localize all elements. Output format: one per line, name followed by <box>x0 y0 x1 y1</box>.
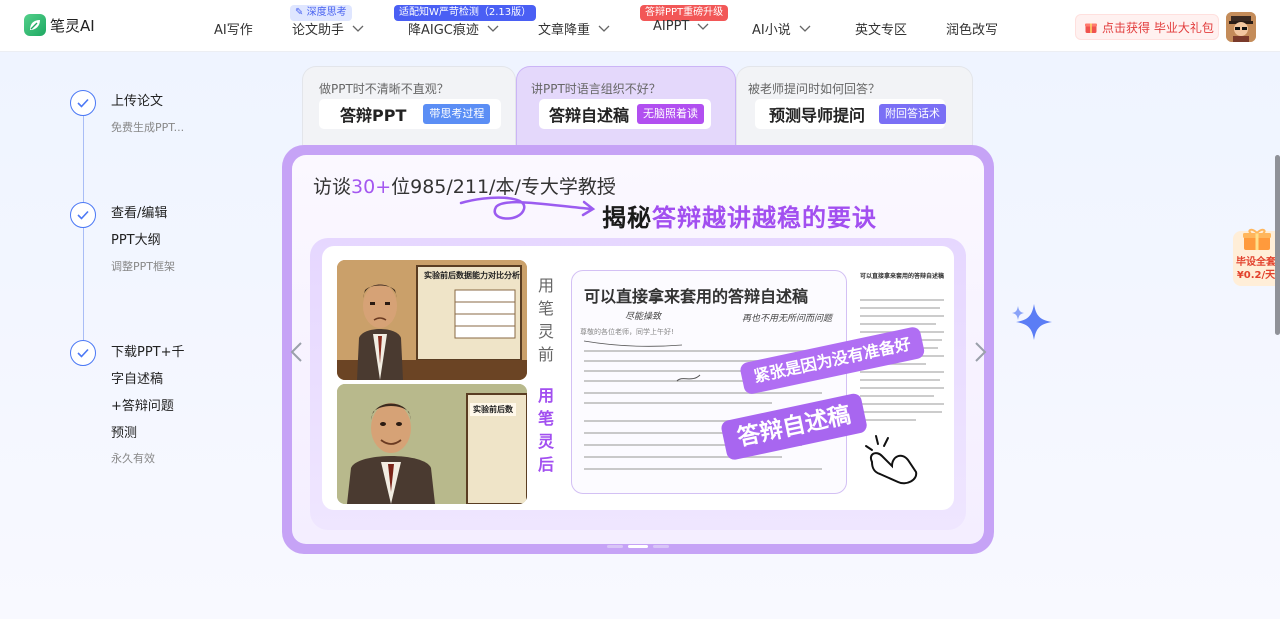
after-label-text: 用笔灵后 <box>537 386 554 474</box>
promo-label: 点击获得 毕业大礼包 <box>1102 20 1214 35</box>
carousel-prev-arrow-icon[interactable] <box>287 340 307 364</box>
step-1-sub: 免费生成PPT... <box>111 121 185 134</box>
nav-english-zone[interactable]: 英文专区 <box>855 19 907 38</box>
banner-headline: 揭秘答辩越讲越稳的要诀 <box>602 198 877 233</box>
tab-pill: 答辩自述稿 无脑照着读 <box>539 99 711 129</box>
nav-reduce-aigc[interactable]: 降AIGC痕迹 <box>408 19 499 38</box>
confident-man-icon <box>337 384 527 504</box>
sparkle-icon <box>1012 304 1052 340</box>
tab-title: 答辩PPT <box>340 106 407 125</box>
step-connector <box>83 228 84 340</box>
nav-reduce-duplicate[interactable]: 文章降重 <box>538 19 610 38</box>
step-1-title: 上传论文 <box>111 94 164 109</box>
user-avatar[interactable] <box>1226 12 1256 42</box>
tab-defense-ppt[interactable]: 做PPT时不清晰不直观？ 答辩PPT 带思考过程 <box>302 66 516 148</box>
finger-snap-hand-icon <box>865 435 918 485</box>
handwritten-note-1: 尽能操致 <box>625 312 662 322</box>
edit-icon: ✎ <box>295 7 304 18</box>
tab-tag: 无脑照着读 <box>637 104 705 124</box>
top-nav-bar: 笔灵AI AI写作 ✎ 深度思考 论文助手 适配知W严苛检测（2.13版） 降A… <box>0 0 1280 52</box>
nav-ai-writing[interactable]: AI写作 <box>214 19 253 38</box>
nav-label: 英文专区 <box>855 23 908 38</box>
avatar-face-icon <box>1226 12 1256 42</box>
step-2-title-line-2: PPT大纲 <box>111 233 161 248</box>
nav-polish[interactable]: 润色改写 <box>946 19 998 38</box>
tab-title: 预测导师提问 <box>769 106 866 125</box>
nav-label: 润色改写 <box>946 23 999 38</box>
nav-label: 论文助手 <box>292 23 345 38</box>
side-gift-line-2: ¥0.2/天 <box>1236 270 1276 281</box>
chevron-down-icon <box>352 25 364 32</box>
badge-label: 答辩PPT重磅升级 <box>645 7 724 18</box>
tab-question: 被老师提问时如何回答？ <box>748 82 881 96</box>
before-label-text: 用笔灵前 <box>537 276 554 364</box>
tab-predict-questions[interactable]: 被老师提问时如何回答？ 预测导师提问 附回答话术 <box>736 66 973 148</box>
after-label: 用笔灵后 <box>537 384 555 476</box>
after-board-label: 实验前后数 <box>470 403 516 416</box>
step-3-title-line-2: 字自述稿 <box>111 372 164 387</box>
nav-label: 降AIGC痕迹 <box>408 23 479 38</box>
document-greeting: 尊敬的各位老师，同学上午好! <box>580 328 674 336</box>
carousel-next-arrow-icon[interactable] <box>970 340 990 364</box>
gift-box-icon <box>1243 228 1271 250</box>
step-3-title-line-4: 预测 <box>111 426 138 441</box>
step-1-check-icon <box>70 90 96 116</box>
step-3-title-line-3: +答辩问题 <box>111 399 174 414</box>
carousel-dot[interactable] <box>653 545 669 548</box>
step-2-title-line-1: 查看/编辑 <box>111 206 168 221</box>
page-scrollbar[interactable] <box>1275 155 1280 335</box>
side-gift-text: 毕设全套 ¥0.2/天 <box>1235 256 1277 282</box>
logo-text: 笔灵AI <box>50 16 95 35</box>
nav-label: AIPPT <box>653 19 690 34</box>
interview-prefix: 访谈 <box>313 176 352 198</box>
nav-label: AI写作 <box>214 23 253 38</box>
carousel-dot-active[interactable] <box>628 545 648 548</box>
headline-purple: 答辩越讲越稳的要诀 <box>652 204 877 232</box>
chevron-down-icon <box>799 25 811 32</box>
tab-tag: 带思考过程 <box>423 104 491 124</box>
document-title: 可以直接拿来套用的答辩自述稿 <box>584 287 809 306</box>
carousel-dot[interactable] <box>607 545 623 548</box>
curly-arrow-icon <box>459 196 596 220</box>
badge-label: 深度思考 <box>306 7 347 18</box>
step-3-title-line-1: 下载PPT+千 <box>111 345 185 360</box>
before-board-label: 实验前后数据能力对比分析 <box>424 271 520 280</box>
handwritten-note-2: 再也不用无所问而问题 <box>742 314 833 324</box>
step-2-check-icon <box>70 202 96 228</box>
nav-label: AI小说 <box>752 23 791 38</box>
chevron-down-icon <box>487 25 499 32</box>
tab-defense-statement[interactable]: 讲PPT时语言组织不好？ 答辩自述稿 无脑照着读 <box>516 66 736 148</box>
step-3-sub: 永久有效 <box>111 452 155 465</box>
step-connector <box>83 116 84 202</box>
nav-ai-novel[interactable]: AI小说 <box>752 19 811 38</box>
after-illustration <box>337 384 527 504</box>
nav-label: 文章降重 <box>538 23 591 38</box>
leaf-logo-icon <box>24 14 46 36</box>
logo[interactable]: 笔灵AI <box>24 14 95 36</box>
side-gift-line-1: 毕设全套 <box>1236 257 1276 268</box>
tab-question: 讲PPT时语言组织不好？ <box>531 82 661 96</box>
chevron-down-icon <box>697 23 709 30</box>
tab-tag: 附回答话术 <box>879 104 947 124</box>
gift-icon <box>1085 23 1097 33</box>
graduation-gift-button[interactable]: 点击获得 毕业大礼包 <box>1075 14 1219 40</box>
interview-highlight: 30+ <box>351 176 392 198</box>
tab-pill: 答辩PPT 带思考过程 <box>319 99 501 129</box>
nav-paper-assistant[interactable]: 论文助手 <box>292 19 364 38</box>
small-document-title: 可以直接拿来套用的答辩自述稿 <box>860 273 945 280</box>
step-3-check-icon <box>70 340 96 366</box>
tab-pill: 预测导师提问 附回答话术 <box>755 99 947 129</box>
badge-label: 适配知W严苛检测（2.13版） <box>399 7 532 18</box>
before-label: 用笔灵前 <box>537 274 555 366</box>
tab-question: 做PPT时不清晰不直观？ <box>319 82 449 96</box>
chevron-down-icon <box>598 25 610 32</box>
step-2-sub: 调整PPT框架 <box>111 260 175 273</box>
headline-dark: 揭秘 <box>602 204 652 232</box>
tab-title: 答辩自述稿 <box>549 106 630 125</box>
nav-aippt[interactable]: AIPPT <box>653 19 709 34</box>
